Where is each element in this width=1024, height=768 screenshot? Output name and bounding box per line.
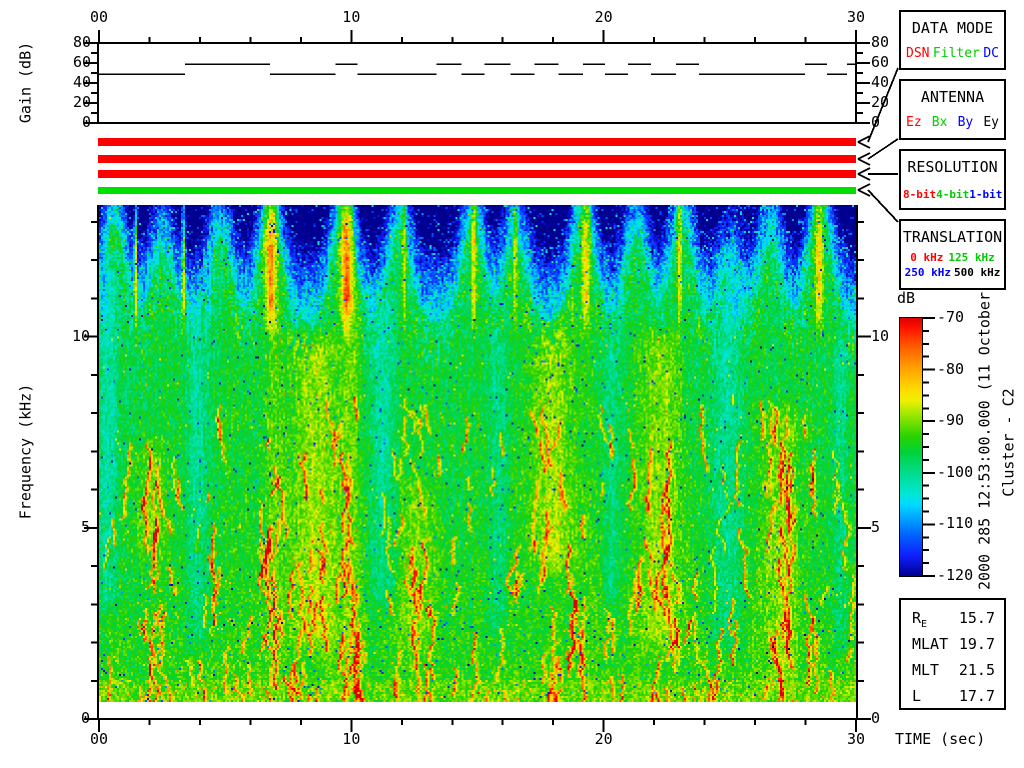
option-ez: Ez <box>906 115 922 130</box>
tick-label: 20 <box>594 8 613 26</box>
tick-label: 5 <box>80 517 90 536</box>
option-filter: Filter <box>932 46 980 61</box>
colorbar <box>900 318 922 576</box>
ephemeris-value: 19.7 <box>958 635 995 653</box>
tick-label: 20 <box>72 93 91 111</box>
tick-label: -80 <box>937 359 965 378</box>
time-axis-title: TIME (sec) <box>895 730 986 748</box>
option-250khz: 250 kHz <box>904 266 951 279</box>
option-0khz: 0 kHz <box>910 251 944 264</box>
frequency-axis-title: Frequency (kHz) <box>16 383 35 520</box>
antenna-panel: ANTENNA Ez Bx By Ey <box>899 79 1006 140</box>
colorbar-unit-label: dB <box>897 289 916 307</box>
tick-label: 0 <box>81 113 91 131</box>
option-dc: DC <box>983 46 999 61</box>
translation-status-bar <box>98 187 856 194</box>
tick-label: 20 <box>594 730 613 748</box>
ephemeris-panel: RE 15.7 MLAT 19.7 MLT 21.5 L 17.7 <box>899 598 1006 710</box>
option-dsn: DSN <box>906 46 930 61</box>
wbd-spectrogram-display: Gain (dB) Frequency (kHz) dB TIME (sec) … <box>0 0 1024 768</box>
tick-label: 40 <box>72 73 91 91</box>
resolution-panel: RESOLUTION 8-bit 4-bit 1-bit <box>899 149 1006 210</box>
tick-label: 80 <box>72 33 91 51</box>
resolution-title: RESOLUTION <box>907 158 998 176</box>
ephemeris-row-mlat: MLAT 19.7 <box>901 631 1004 657</box>
tick-label: -110 <box>937 514 974 533</box>
tick-label: 30 <box>846 8 866 26</box>
ephemeris-row-re: RE 15.7 <box>901 605 1004 631</box>
translation-options-row2: 250 kHz 500 kHz <box>901 266 1004 279</box>
tick-label: 10 <box>871 326 890 345</box>
tick-label: 00 <box>89 730 109 748</box>
ephemeris-value: 15.7 <box>958 609 995 627</box>
option-1bit: 1-bit <box>969 188 1003 201</box>
tick-label: 00 <box>89 8 109 26</box>
spectrogram-heatmap <box>99 205 856 702</box>
resolution-options: 8-bit 4-bit 1-bit <box>901 188 1004 201</box>
spacecraft-label: Cluster - C2 <box>999 388 1018 497</box>
tick-label: 0 <box>871 709 881 727</box>
data-mode-panel: DATA MODE DSN Filter DC <box>899 10 1006 70</box>
ephemeris-label: L <box>912 687 922 705</box>
antenna-status-bar <box>98 155 856 163</box>
data-mode-options: DSN Filter DC <box>901 46 1004 61</box>
option-4bit: 4-bit <box>936 188 970 201</box>
tick-label: 10 <box>342 8 361 26</box>
gain-axis-title: Gain (dB) <box>16 41 35 124</box>
antenna-options: Ez Bx By Ey <box>901 115 1004 130</box>
option-8bit: 8-bit <box>903 188 937 201</box>
data-mode-status-bar <box>98 138 856 146</box>
tick-label: 30 <box>846 730 866 748</box>
ephemeris-row-l: L 17.7 <box>901 683 1004 709</box>
antenna-title: ANTENNA <box>920 88 985 106</box>
tick-label: -120 <box>937 566 974 584</box>
data-mode-title: DATA MODE <box>911 19 994 37</box>
tick-label: 10 <box>71 326 90 345</box>
ephemeris-value: 17.7 <box>958 687 995 705</box>
translation-options-row1: 0 kHz 125 kHz <box>901 251 1004 264</box>
translation-title: TRANSLATION <box>902 228 1003 246</box>
tick-label: 5 <box>871 517 881 536</box>
option-by: By <box>957 115 974 130</box>
option-ey: Ey <box>983 115 999 130</box>
tick-label: 0 <box>80 709 90 727</box>
option-500khz: 500 kHz <box>954 266 1001 279</box>
tick-label: -70 <box>937 308 965 326</box>
translation-panel: TRANSLATION 0 kHz 125 kHz 250 kHz 500 kH… <box>899 219 1006 290</box>
tick-label: 60 <box>72 53 91 71</box>
ephemeris-row-mlt: MLT 21.5 <box>901 657 1004 683</box>
resolution-status-bar <box>98 170 856 178</box>
tick-label: -90 <box>937 411 965 430</box>
ephemeris-value: 21.5 <box>958 661 995 679</box>
option-bx: Bx <box>931 115 948 130</box>
tick-label: 10 <box>342 730 361 748</box>
tick-label: -100 <box>937 462 974 481</box>
option-125khz: 125 kHz <box>948 251 995 264</box>
